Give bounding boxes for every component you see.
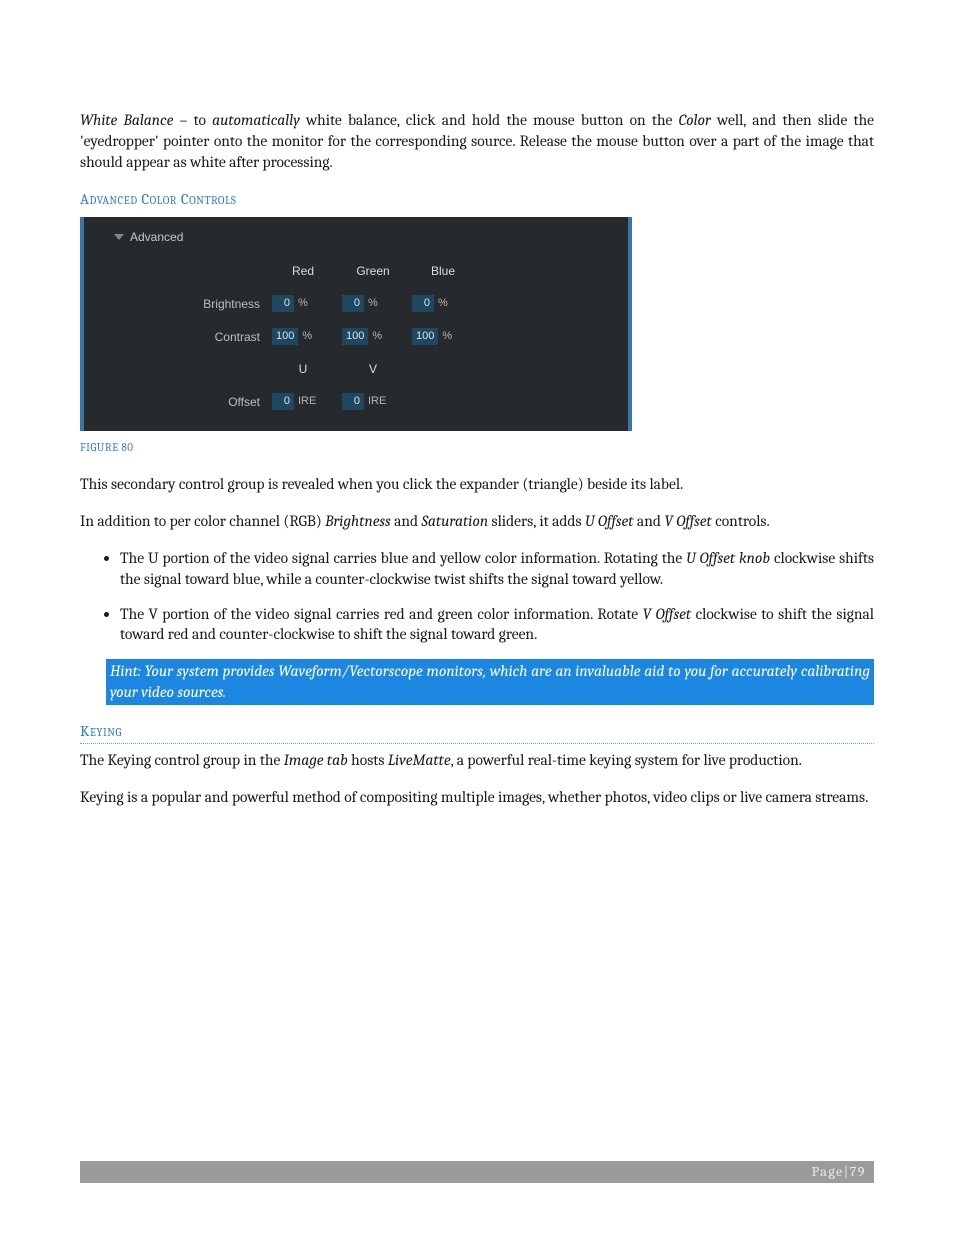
advanced-panel: Advanced Red Green Blue Brightness 0% 0%… [80,217,632,431]
offset-u-value[interactable]: 0 [272,393,294,410]
automatically-term: automatically [212,111,300,129]
hint-box: Hint: Your system provides Waveform/Vect… [106,659,874,705]
footer-page-word: Page [812,1163,844,1182]
page-footer: Page | 79 [80,1161,874,1183]
brightness-green-cell[interactable]: 0% [338,295,408,312]
advanced-grid: Red Green Blue Brightness 0% 0% 0% Contr… [114,263,610,410]
col-blue: Blue [408,263,478,279]
contrast-green-cell[interactable]: 100% [338,328,408,345]
contrast-red-cell[interactable]: 100% [268,328,338,345]
advanced-panel-header[interactable]: Advanced [114,227,610,245]
offset-v-cell[interactable]: 0IRE [338,393,408,410]
contrast-blue-value[interactable]: 100 [412,328,438,345]
brightness-blue-value[interactable]: 0 [412,295,434,312]
col-green: Green [338,263,408,279]
color-term: Color [679,111,711,129]
col-red: Red [268,263,338,279]
brightness-red-cell[interactable]: 0% [268,295,338,312]
row-offset-label: Offset [114,394,268,410]
keying-paragraph-2: Keying is a popular and powerful method … [80,787,874,808]
brightness-red-value[interactable]: 0 [272,295,294,312]
after-figure-paragraph: This secondary control group is revealed… [80,474,874,495]
brightness-green-value[interactable]: 0 [342,295,364,312]
addition-paragraph: In addition to per color channel (RGB) B… [80,511,874,532]
document-page: White Balance – to automatically white b… [0,0,954,1235]
keying-heading: Keying [80,721,874,744]
white-balance-paragraph: White Balance – to automatically white b… [80,110,874,173]
contrast-blue-cell[interactable]: 100% [408,328,478,345]
advanced-color-controls-heading: Advanced Color Controls [80,189,874,211]
u-offset-bullet: The U portion of the video signal carrie… [120,548,874,590]
advanced-panel-figure: Advanced Red Green Blue Brightness 0% 0%… [80,217,632,431]
offset-u-cell[interactable]: 0IRE [268,393,338,410]
row-brightness-label: Brightness [114,296,268,312]
brightness-blue-cell[interactable]: 0% [408,295,478,312]
v-offset-bullet: The V portion of the video signal carrie… [120,604,874,646]
footer-page-number: 79 [850,1163,866,1182]
expander-triangle-icon[interactable] [114,234,124,240]
white-balance-term: White Balance [80,111,173,129]
advanced-panel-title: Advanced [130,229,183,245]
uv-bullet-list: The U portion of the video signal carrie… [80,548,874,646]
col-u: U [268,361,338,377]
contrast-green-value[interactable]: 100 [342,328,368,345]
offset-v-value[interactable]: 0 [342,393,364,410]
col-v: V [338,361,408,377]
contrast-red-value[interactable]: 100 [272,328,298,345]
figure-caption: FIGURE 80 [80,441,874,456]
row-contrast-label: Contrast [114,329,268,345]
keying-paragraph-1: The Keying control group in the Image ta… [80,750,874,771]
